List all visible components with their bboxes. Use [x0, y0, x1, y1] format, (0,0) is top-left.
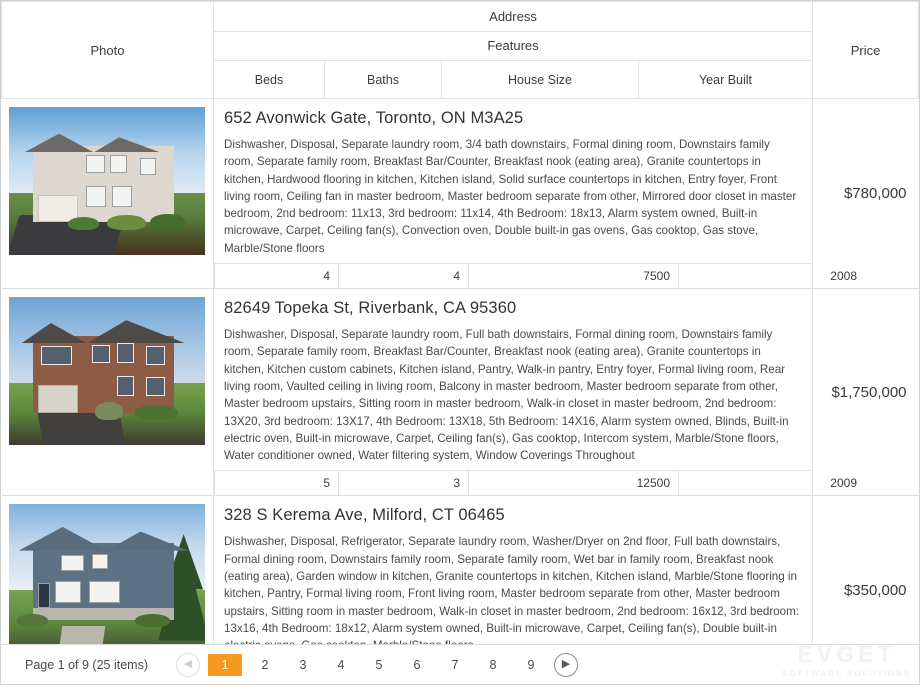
grid-header: Photo Address Price Features Beds Baths … — [1, 1, 919, 99]
feature-values-table: 4 4 7500 2008 — [214, 263, 866, 289]
photo-window — [60, 555, 84, 571]
prev-page-glyph: ◀ — [183, 658, 193, 670]
table-row[interactable]: 82649 Topeka St, Riverbank, CA 95360 Dis… — [1, 289, 919, 496]
property-address[interactable]: 652 Avonwick Gate, Toronto, ON M3A25 — [224, 109, 800, 128]
column-header-photo[interactable]: Photo — [1, 1, 214, 99]
property-features: Dishwasher, Disposal, Separate laundry r… — [224, 138, 797, 255]
property-photo-1 — [9, 107, 206, 255]
column-header-features[interactable]: Features — [212, 30, 814, 61]
feature-values-row: 5 3 12500 2009 — [214, 470, 866, 496]
photo-window — [140, 157, 156, 175]
photo-house — [24, 133, 174, 223]
row-detail-cell: 652 Avonwick Gate, Toronto, ON M3A25 Dis… — [213, 98, 866, 289]
property-address[interactable]: 82649 Topeka St, Riverbank, CA 95360 — [224, 299, 800, 318]
photo-shrub — [17, 613, 49, 628]
property-photo-2 — [9, 297, 206, 446]
value-beds: 4 — [214, 263, 339, 289]
photo-window — [111, 185, 132, 208]
page-button-9[interactable]: 9 — [516, 654, 546, 676]
photo-house — [21, 320, 186, 413]
detail-inner: 82649 Topeka St, Riverbank, CA 95360 Dis… — [214, 289, 812, 470]
pager-info-label: Page 1 of 9 (25 items) — [25, 657, 148, 672]
property-address[interactable]: 328 S Kerema Ave, Milford, CT 06465 — [224, 506, 800, 525]
photo-window — [89, 581, 121, 603]
page-button-3[interactable]: 3 — [288, 654, 318, 676]
pager-nav: ◀ 1 2 3 4 5 6 7 8 9 ▶ — [172, 652, 582, 677]
property-photo-3 — [9, 504, 206, 653]
table-row[interactable]: 652 Avonwick Gate, Toronto, ON M3A25 Dis… — [1, 98, 919, 289]
column-header-beds[interactable]: Beds — [213, 60, 325, 99]
photo-shrub — [134, 405, 178, 420]
page-button-7[interactable]: 7 — [440, 654, 470, 676]
chevron-right-icon[interactable]: ▶ — [553, 652, 578, 677]
photo-window — [110, 154, 128, 174]
photo-shrub — [107, 215, 147, 230]
column-header-address[interactable]: Address — [212, 1, 814, 32]
photo-window — [92, 553, 108, 570]
photo-window — [145, 346, 166, 365]
column-header-year-built[interactable]: Year Built — [637, 60, 814, 99]
value-baths: 4 — [338, 263, 469, 289]
value-beds: 5 — [214, 470, 339, 496]
page-button-6[interactable]: 6 — [402, 654, 432, 676]
next-page-glyph: ▶ — [561, 658, 571, 670]
row-photo-cell — [1, 289, 214, 496]
column-header-price[interactable]: Price — [812, 1, 919, 99]
photo-garage — [38, 384, 78, 413]
page-button-1[interactable]: 1 — [207, 653, 242, 676]
page-button-4[interactable]: 4 — [326, 654, 356, 676]
grid-body: 652 Avonwick Gate, Toronto, ON M3A25 Dis… — [1, 98, 919, 684]
photo-shrub — [150, 213, 186, 230]
property-features: Dishwasher, Disposal, Separate laundry r… — [224, 328, 789, 463]
photo-window — [86, 185, 107, 208]
header-row-top: Photo Address Price — [1, 1, 919, 99]
page-button-5[interactable]: 5 — [364, 654, 394, 676]
photo-window — [41, 346, 73, 365]
photo-house — [18, 527, 188, 620]
photo-window — [117, 343, 135, 364]
property-grid-app: Photo Address Price Features Beds Baths … — [0, 0, 920, 685]
column-header-baths[interactable]: Baths — [324, 60, 442, 99]
column-header-house-size[interactable]: House Size — [441, 60, 639, 99]
photo-shrub — [134, 613, 170, 628]
photo-window — [145, 377, 166, 396]
page-button-8[interactable]: 8 — [478, 654, 508, 676]
detail-inner: 652 Avonwick Gate, Toronto, ON M3A25 Dis… — [214, 99, 812, 263]
row-photo-cell — [1, 98, 214, 289]
feature-values-row: 4 4 7500 2008 — [214, 263, 866, 289]
photo-window — [92, 344, 111, 364]
chevron-left-icon[interactable]: ◀ — [175, 652, 200, 677]
photo-window — [86, 154, 105, 174]
value-baths: 3 — [338, 470, 469, 496]
photo-window — [55, 581, 81, 603]
photo-shrub — [68, 216, 100, 230]
feature-values-table: 5 3 12500 2009 — [214, 470, 866, 496]
property-grid: Photo Address Price Features Beds Baths … — [1, 1, 919, 684]
property-features: Dishwasher, Disposal, Refrigerator, Sepa… — [224, 535, 800, 652]
value-house-size: 7500 — [468, 263, 679, 289]
row-detail-cell: 82649 Topeka St, Riverbank, CA 95360 Dis… — [213, 289, 866, 496]
photo-shrub — [95, 402, 123, 420]
pagination-bar: Page 1 of 9 (25 items) ◀ 1 2 3 4 5 6 7 8… — [1, 644, 919, 684]
value-price: $780,000 — [812, 98, 919, 289]
photo-window — [117, 375, 135, 396]
photo-door — [38, 582, 50, 608]
detail-inner: 328 S Kerema Ave, Milford, CT 06465 Dish… — [214, 496, 812, 660]
value-price: $1,750,000 — [812, 289, 919, 496]
page-button-2[interactable]: 2 — [250, 654, 280, 676]
value-house-size: 12500 — [468, 470, 679, 496]
